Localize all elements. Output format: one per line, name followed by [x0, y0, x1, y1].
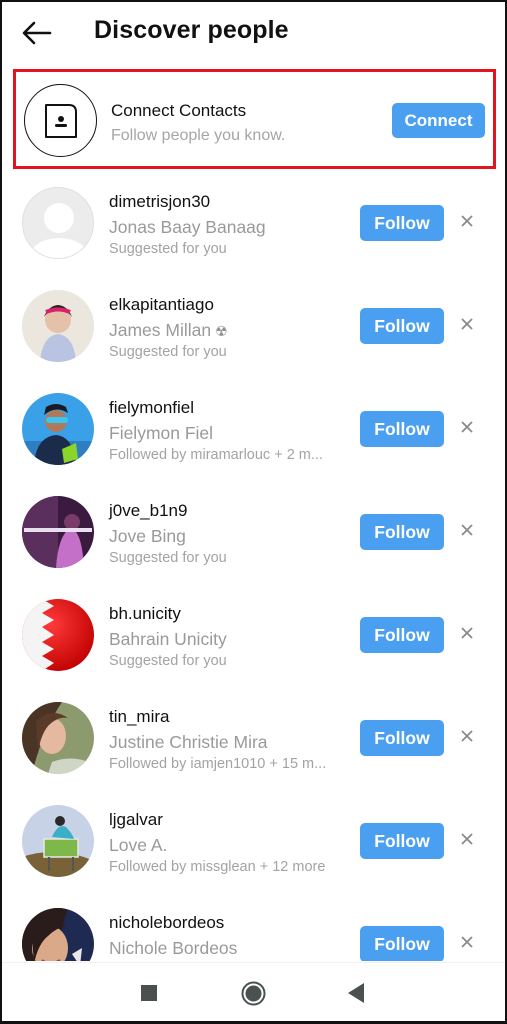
contact-book-icon: [45, 104, 77, 138]
avatar[interactable]: [22, 908, 94, 961]
dismiss-button[interactable]: [457, 726, 477, 746]
dismiss-button[interactable]: [457, 623, 477, 643]
full-name: Love A.: [109, 835, 168, 855]
mutual-followers: Followed by iamjen1010 + 15 m...: [109, 756, 327, 772]
avatar[interactable]: [22, 805, 94, 877]
suggestion-reason: Suggested for you: [109, 550, 227, 566]
avatar[interactable]: [22, 393, 94, 465]
dismiss-button[interactable]: [457, 417, 477, 437]
recent-apps-button[interactable]: [141, 985, 157, 1006]
full-name: Nichole Bordeos: [109, 938, 238, 958]
suggestion-row: fielymonfiel Fielymon Fiel Followed by m…: [0, 379, 507, 482]
close-icon: [461, 936, 473, 948]
default-avatar-icon: [29, 203, 89, 258]
connect-contacts-card: Connect Contacts Follow people you know.…: [13, 69, 496, 169]
dismiss-button[interactable]: [457, 829, 477, 849]
woman-photo: [22, 702, 94, 774]
dismiss-button[interactable]: [457, 314, 477, 334]
back-nav-button[interactable]: [348, 983, 364, 1008]
home-icon: [241, 981, 266, 1006]
close-icon: [461, 215, 473, 227]
avatar[interactable]: [22, 496, 94, 568]
username[interactable]: tin_mira: [109, 707, 169, 727]
mutual-followers: Followed by miramarlouc + 2 m...: [109, 447, 323, 463]
follow-button[interactable]: Follow: [360, 514, 444, 550]
close-icon: [461, 524, 473, 536]
avatar[interactable]: [22, 187, 94, 259]
suggestion-row: dimetrisjon30 Jonas Baay Banaag Suggeste…: [0, 173, 507, 276]
username[interactable]: j0ve_b1n9: [109, 501, 187, 521]
follow-button[interactable]: Follow: [360, 411, 444, 447]
mutual-followers: Followed by missglean + 12 more: [109, 859, 326, 875]
username[interactable]: elkapitantiago: [109, 295, 214, 315]
username[interactable]: ljgalvar: [109, 810, 163, 830]
close-icon: [461, 730, 473, 742]
purple-photo: [22, 496, 94, 568]
follow-button[interactable]: Follow: [360, 205, 444, 241]
connect-button[interactable]: Connect: [392, 103, 485, 138]
close-icon: [461, 627, 473, 639]
avatar[interactable]: [22, 702, 94, 774]
suggestion-reason: Suggested for you: [109, 344, 227, 360]
follow-button[interactable]: Follow: [360, 617, 444, 653]
suggestion-row: tin_mira Justine Christie Mira Followed …: [0, 688, 507, 791]
full-name: Fielymon Fiel: [109, 423, 214, 443]
avatar[interactable]: [22, 599, 94, 671]
close-icon: [461, 833, 473, 845]
dismiss-button[interactable]: [457, 211, 477, 231]
close-icon: [461, 318, 473, 330]
full-name: Justine Christie Mira: [109, 732, 268, 752]
back-button[interactable]: [20, 18, 54, 48]
home-button[interactable]: [241, 981, 266, 1011]
contacts-subtitle: Follow people you know.: [111, 127, 286, 144]
follow-button[interactable]: Follow: [360, 823, 444, 859]
follow-button[interactable]: Follow: [360, 308, 444, 344]
girl-smile-photo: [22, 908, 94, 961]
radioactive-emoji: ☢: [215, 323, 228, 339]
baby-photo: [22, 290, 94, 362]
bahrain-flag: [22, 599, 94, 671]
full-name: Jonas Baay Banaag: [109, 217, 266, 237]
suggestion-row: j0ve_b1n9 Jove Bing Suggested for you Fo…: [0, 482, 507, 585]
suggestion-row: bh.unicity Bahrain Unicity Suggested for…: [0, 585, 507, 688]
suggestions-list: dimetrisjon30 Jonas Baay Banaag Suggeste…: [0, 173, 507, 961]
suggestion-row: nicholebordeos Nichole Bordeos Follow: [0, 894, 507, 961]
full-name: James Millan ☢: [109, 320, 228, 340]
follow-button[interactable]: Follow: [360, 720, 444, 756]
dismiss-button[interactable]: [457, 520, 477, 540]
hiker-sign-photo: [22, 805, 94, 877]
username[interactable]: nicholebordeos: [109, 913, 224, 933]
avatar[interactable]: [22, 290, 94, 362]
arrow-left-icon: [22, 21, 52, 45]
username[interactable]: bh.unicity: [109, 604, 181, 624]
contacts-title: Connect Contacts: [111, 101, 247, 120]
dismiss-button[interactable]: [457, 932, 477, 952]
man-sunglasses-photo: [22, 393, 94, 465]
close-icon: [461, 421, 473, 433]
page-title: Discover people: [94, 16, 289, 44]
recent-apps-icon: [141, 985, 157, 1001]
username[interactable]: fielymonfiel: [109, 398, 194, 418]
app-header: Discover people: [0, 0, 507, 66]
full-name: Bahrain Unicity: [109, 629, 227, 649]
username[interactable]: dimetrisjon30: [109, 192, 210, 212]
follow-button[interactable]: Follow: [360, 926, 444, 961]
full-name: Jove Bing: [109, 526, 186, 546]
contacts-icon-circle: [24, 84, 97, 157]
suggestion-row: elkapitantiago James Millan ☢ Suggested f…: [0, 276, 507, 379]
suggestion-reason: Suggested for you: [109, 653, 227, 669]
back-icon: [348, 983, 364, 1003]
suggestion-row: ljgalvar Love A. Followed by missglean +…: [0, 791, 507, 894]
android-nav-bar: [0, 962, 507, 1024]
suggestion-reason: Suggested for you: [109, 241, 227, 257]
